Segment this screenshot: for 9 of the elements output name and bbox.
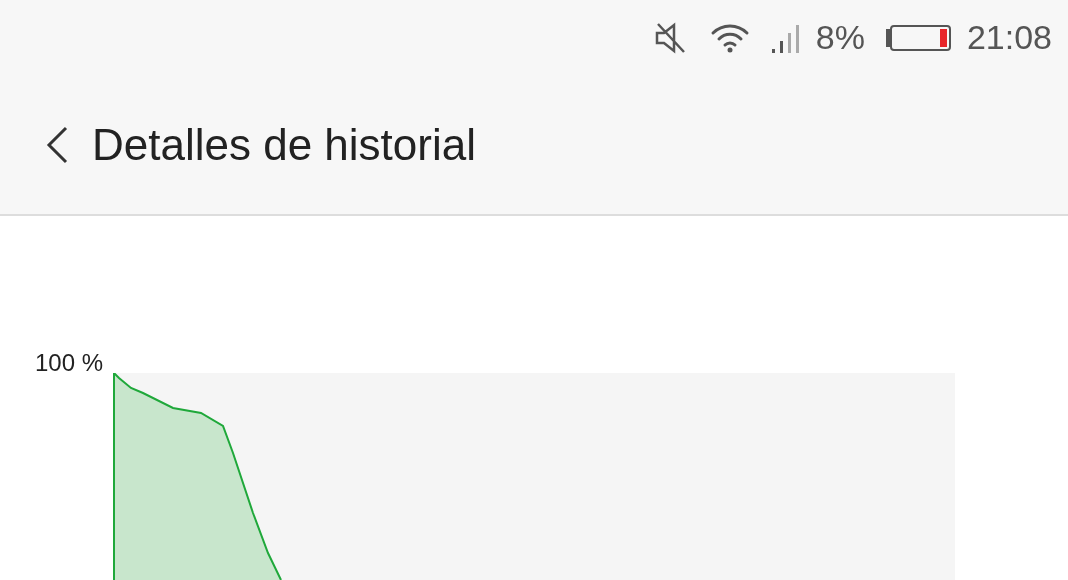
wifi-icon — [709, 21, 750, 54]
clock-time: 21:08 — [966, 18, 1052, 57]
signal-icon — [771, 22, 800, 53]
y-axis-label: 100 % — [33, 349, 104, 377]
back-button[interactable] — [44, 124, 70, 165]
battery-icon — [884, 24, 951, 51]
battery-percent: 8% — [815, 18, 865, 57]
page-title: Detalles de historial — [92, 119, 476, 170]
mute-icon — [653, 21, 688, 54]
